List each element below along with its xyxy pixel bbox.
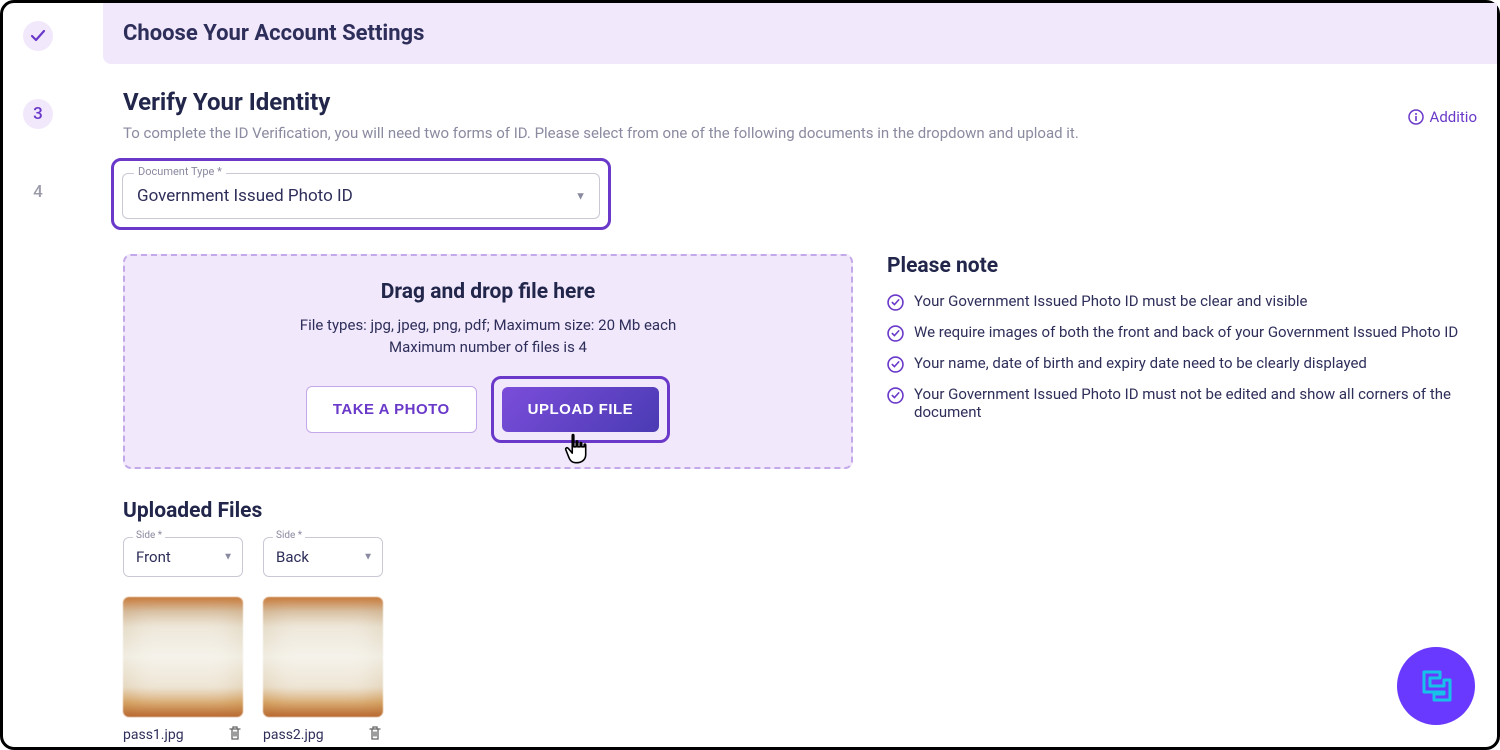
check-circle-icon	[887, 325, 904, 342]
notes-panel: Please note Your Government Issued Photo…	[877, 254, 1477, 469]
take-photo-button[interactable]: TAKE A PHOTO	[306, 386, 477, 433]
side-select-back[interactable]: Back	[263, 537, 383, 577]
notes-title: Please note	[887, 254, 1467, 278]
section-subtitle: To complete the ID Verification, you wil…	[123, 124, 1477, 142]
additional-link-label: Additio	[1430, 108, 1477, 126]
note-text: Your name, date of birth and expiry date…	[914, 354, 1367, 372]
delete-file-button[interactable]	[227, 725, 243, 745]
document-type-highlight: Document Type * Government Issued Photo …	[111, 158, 611, 230]
upload-button-highlight: UPLOAD FILE	[491, 376, 671, 443]
side-label: Side *	[133, 530, 165, 541]
file-dropzone[interactable]: Drag and drop file here File types: jpg,…	[123, 254, 853, 469]
help-fab[interactable]	[1397, 647, 1475, 725]
check-circle-icon	[887, 356, 904, 373]
dropzone-limit: Maximum number of files is 4	[149, 338, 827, 356]
note-item: Your Government Issued Photo ID must not…	[887, 385, 1467, 421]
check-circle-icon	[887, 294, 904, 311]
check-circle-icon	[887, 387, 904, 404]
step-3: 3	[23, 99, 53, 129]
side-select-front[interactable]: Front	[123, 537, 243, 577]
note-item: Your Government Issued Photo ID must be …	[887, 292, 1467, 311]
note-item: Your name, date of birth and expiry date…	[887, 354, 1467, 373]
document-type-select[interactable]: Government Issued Photo ID	[122, 173, 600, 219]
trash-icon	[227, 725, 243, 741]
logo-icon	[1412, 662, 1460, 710]
file-name: pass1.jpg	[123, 727, 184, 743]
dropzone-title: Drag and drop file here	[149, 280, 827, 304]
banner-title: Choose Your Account Settings	[123, 21, 1477, 46]
note-text: Your Government Issued Photo ID must not…	[914, 385, 1467, 421]
completed-step-banner: Choose Your Account Settings	[103, 3, 1497, 64]
section-title: Verify Your Identity	[123, 88, 1477, 116]
document-type-label: Document Type *	[134, 165, 226, 178]
side-label: Side *	[273, 530, 305, 541]
step-done-check	[23, 21, 53, 51]
info-icon	[1408, 109, 1424, 125]
stepper: 3 4	[3, 3, 73, 747]
file-name: pass2.jpg	[263, 727, 324, 743]
dropzone-filetypes: File types: jpg, jpeg, png, pdf; Maximum…	[149, 316, 827, 334]
file-thumbnail[interactable]	[263, 597, 383, 717]
note-text: We require images of both the front and …	[914, 323, 1458, 341]
delete-file-button[interactable]	[367, 725, 383, 745]
note-text: Your Government Issued Photo ID must be …	[914, 292, 1308, 310]
trash-icon	[367, 725, 383, 741]
check-icon	[30, 28, 46, 44]
step-4: 4	[23, 177, 53, 207]
uploaded-title: Uploaded Files	[123, 499, 1477, 523]
upload-file-button[interactable]: UPLOAD FILE	[502, 387, 660, 432]
file-thumbnail[interactable]	[123, 597, 243, 717]
cursor-pointer-icon	[560, 431, 594, 469]
additional-link[interactable]: Additio	[1408, 108, 1477, 126]
note-item: We require images of both the front and …	[887, 323, 1467, 342]
